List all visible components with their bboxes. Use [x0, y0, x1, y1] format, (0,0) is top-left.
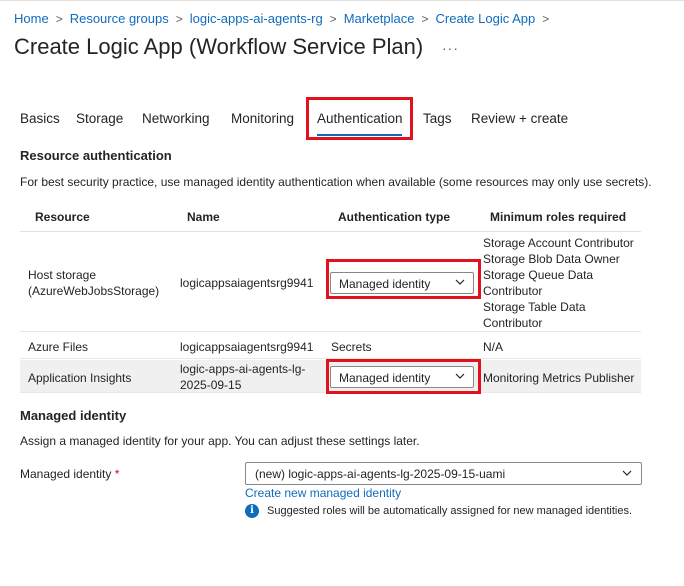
page-title: Create Logic App (Workflow Service Plan)	[14, 34, 424, 59]
breadcrumb: Home > Resource groups > logic-apps-ai-agent…	[14, 11, 556, 26]
role-item: Contributor	[483, 316, 543, 330]
role-item: Storage Queue Data	[483, 268, 594, 282]
required-marker: *	[114, 467, 120, 481]
more-options-icon[interactable]: ···	[442, 40, 459, 56]
resource-cell: Application Insights	[28, 371, 132, 385]
name-cell: logic-apps-ai-agents-lg-2025-09-15	[180, 362, 306, 392]
table-row-azure-files: Azure Files logicappsaiagentsrg9941 Secr…	[20, 333, 641, 359]
breadcrumb-marketplace[interactable]: Marketplace	[344, 11, 415, 26]
roles-cell: N/A	[483, 340, 504, 354]
tab-review-create[interactable]: Review + create	[471, 111, 568, 126]
highlight-box-host-storage-auth	[326, 259, 481, 299]
info-icon: i	[245, 504, 259, 518]
managed-identity-heading: Managed identity	[20, 408, 127, 423]
chevron-right-icon: >	[175, 12, 183, 26]
tab-monitoring[interactable]: Monitoring	[231, 111, 294, 126]
chevron-down-icon	[622, 470, 632, 476]
name-cell: logicappsaiagentsrg9941	[180, 340, 314, 354]
tab-storage[interactable]: Storage	[76, 111, 123, 126]
name-cell: logicappsaiagentsrg9941	[180, 276, 314, 290]
table-header: Resource Name Authentication type Minimu…	[20, 202, 641, 232]
field-label-text: Managed identity	[20, 467, 112, 481]
roles-cell: Storage Account Contributor Storage Blob…	[483, 235, 641, 331]
breadcrumb-resource-group[interactable]: logic-apps-ai-agents-rg	[190, 11, 323, 26]
role-item: Storage Table Data	[483, 300, 586, 314]
auth-type-cell: Secrets	[331, 340, 372, 354]
dropdown-value: (new) logic-apps-ai-agents-lg-2025-09-15…	[255, 467, 506, 481]
highlight-box-authentication-tab	[306, 97, 413, 140]
resource-cell: Host storage (AzureWebJobsStorage)	[28, 268, 160, 298]
column-header-resource: Resource	[35, 210, 90, 224]
tab-networking[interactable]: Networking	[142, 111, 210, 126]
highlight-box-app-insights-auth	[326, 359, 481, 394]
role-item: Storage Blob Data Owner	[483, 252, 620, 266]
tab-basics[interactable]: Basics	[20, 111, 60, 126]
top-divider	[0, 0, 684, 1]
chevron-right-icon: >	[542, 12, 550, 26]
column-header-name: Name	[187, 210, 220, 224]
breadcrumb-home[interactable]: Home	[14, 11, 49, 26]
column-header-auth-type: Authentication type	[338, 210, 451, 224]
info-text: Suggested roles will be automatically as…	[267, 505, 633, 517]
role-item: Contributor	[483, 284, 543, 298]
breadcrumb-resource-groups[interactable]: Resource groups	[70, 11, 169, 26]
resource-auth-description: For best security practice, use managed …	[20, 175, 652, 189]
resource-cell: Azure Files	[28, 340, 89, 354]
managed-identity-dropdown[interactable]: (new) logic-apps-ai-agents-lg-2025-09-15…	[245, 462, 642, 485]
breadcrumb-create-logic-app[interactable]: Create Logic App	[436, 11, 536, 26]
managed-identity-field-label: Managed identity *	[20, 467, 119, 481]
chevron-right-icon: >	[421, 12, 429, 26]
managed-identity-description: Assign a managed identity for your app. …	[20, 434, 420, 448]
tab-tags[interactable]: Tags	[423, 111, 452, 126]
chevron-right-icon: >	[329, 12, 337, 26]
role-item: Storage Account Contributor	[483, 236, 634, 250]
resource-auth-heading: Resource authentication	[20, 148, 172, 163]
chevron-right-icon: >	[55, 12, 63, 26]
column-header-min-roles: Minimum roles required	[490, 210, 627, 224]
create-managed-identity-link[interactable]: Create new managed identity	[245, 486, 401, 500]
roles-cell: Monitoring Metrics Publisher	[483, 371, 635, 385]
